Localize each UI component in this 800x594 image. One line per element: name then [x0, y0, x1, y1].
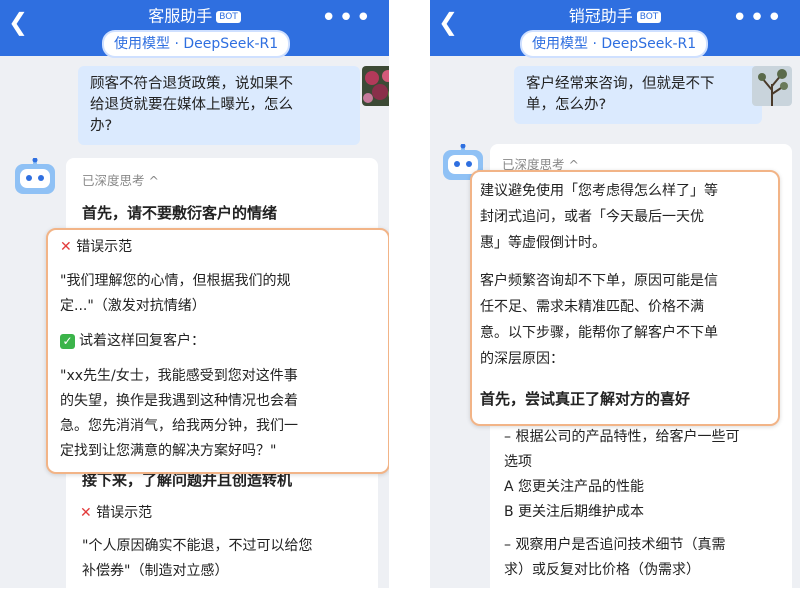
user-message-line: 客户经常来咨询，但就是不下: [526, 76, 715, 92]
option-line: 求）或反复对比价格（伪需求）: [504, 562, 700, 578]
option-line: – 根据公司的产品特性，给客户一些可: [504, 429, 740, 445]
flowers-avatar-image: [362, 66, 389, 106]
para2-line: 客户频繁咨询却不下单，原因可能是信: [480, 273, 718, 289]
chat-title-text: 销冠助手: [568, 6, 633, 26]
user-message-line: 单，怎么办?: [526, 97, 607, 113]
robot-icon: [15, 157, 55, 194]
para2-line: 意。以下步骤，能帮你了解客户不下单: [480, 325, 718, 341]
option-line: B 更关注后期维护成本: [504, 504, 645, 520]
para2-line: 的深层原因：: [480, 351, 564, 367]
wrong-example-label: ✕ 错误示范: [60, 234, 132, 260]
para1-line: 建议避免使用「您考虑得怎么样了」等: [480, 183, 718, 199]
user-message-bubble: 客户经常来咨询，但就是不下 单，怎么办?: [514, 66, 762, 124]
para2-line: 任不足、需求未精准匹配、价格不满: [480, 299, 704, 315]
user-message-line: 顾客不符合退货政策，说如果不: [90, 76, 293, 92]
more-options-icon[interactable]: •••: [321, 5, 373, 31]
more-options-icon[interactable]: •••: [732, 5, 784, 31]
wrong-example-label-2: ✕ 错误示范: [80, 500, 152, 526]
user-message-line: 办?: [90, 118, 113, 134]
wrong-example-line: "个人原因确实不能退，不过可以给您: [82, 538, 313, 554]
wrong-example-line: 补偿券"（制造对立感）: [82, 563, 229, 579]
try-reply-line: 定找到让您满意的解决方案好吗？": [60, 443, 277, 459]
user-message-bubble: 顾客不符合退货政策，说如果不 给退货就要在媒体上曝光，怎么 办?: [78, 66, 360, 145]
bot-badge: BOT: [636, 10, 662, 23]
option-line: A 您更关注产品的性能: [504, 479, 645, 495]
left-chat-panel: ❮ 客服助手 BOT ••• 使用模型 · DeepSeek-R1 顾客不符合退货…: [0, 0, 389, 588]
model-pill[interactable]: 使用模型 · DeepSeek-R1: [102, 30, 291, 58]
bot-avatar: [14, 157, 56, 196]
cross-icon: ✕: [80, 505, 92, 521]
bot-badge: BOT: [216, 10, 241, 23]
tree-avatar-image: [752, 66, 792, 106]
user-avatar: [752, 66, 792, 106]
chat-title-text: 客服助手: [148, 6, 213, 26]
option-line: – 观察用户是否追问技术细节（真需: [504, 537, 726, 553]
para1-line: 封闭式追问，或者「今天最后一天优: [480, 209, 704, 225]
try-reply-text: 试着这样回复客户：: [79, 333, 205, 349]
user-avatar: [362, 66, 389, 106]
check-icon: ✓: [60, 334, 75, 349]
try-reply-label: ✓ 试着这样回复客户：: [60, 328, 205, 354]
try-reply-line: 急。您先消消气，给我两分钟，我们一: [60, 418, 298, 434]
first-heading: 首先，尝试真正了解对方的喜好: [480, 390, 691, 408]
right-chat-panel: ❮ 销冠助手 BOT ••• 使用模型 · DeepSeek-R1 客户经常来咨询…: [430, 0, 800, 588]
para1-line: 惠」等虚假倒计时。: [480, 235, 606, 251]
wrong-example-line: 定..."（激发对抗情绪）: [60, 298, 206, 314]
cross-icon: ✕: [60, 239, 72, 255]
highlight-box: 建议避免使用「您考虑得怎么样了」等 封闭式追问，或者「今天最后一天优 惠」等虚假…: [470, 170, 780, 426]
try-reply-line: 的失望，换作是我遇到这种情况也会着: [60, 393, 298, 409]
wrong-example-text: 错误示范: [76, 239, 133, 255]
user-message-line: 给退货就要在媒体上曝光，怎么: [90, 97, 293, 113]
wrong-example-text: 错误示范: [96, 505, 153, 521]
wrong-example-line: "我们理解您的心情，但根据我们的规: [60, 273, 291, 289]
option-line: 选项: [504, 454, 532, 470]
deep-thinking-toggle[interactable]: 已深度思考 ^: [82, 170, 159, 189]
highlight-box: ✕ 错误示范 "我们理解您的心情，但根据我们的规 定..."（激发对抗情绪） ✓…: [46, 228, 389, 474]
model-pill[interactable]: 使用模型 · DeepSeek-R1: [520, 30, 709, 58]
first-heading: 首先，请不要敷衍客户的情绪: [82, 204, 278, 222]
try-reply-line: "xx先生/女士，我能感受到您对这件事: [60, 368, 298, 384]
